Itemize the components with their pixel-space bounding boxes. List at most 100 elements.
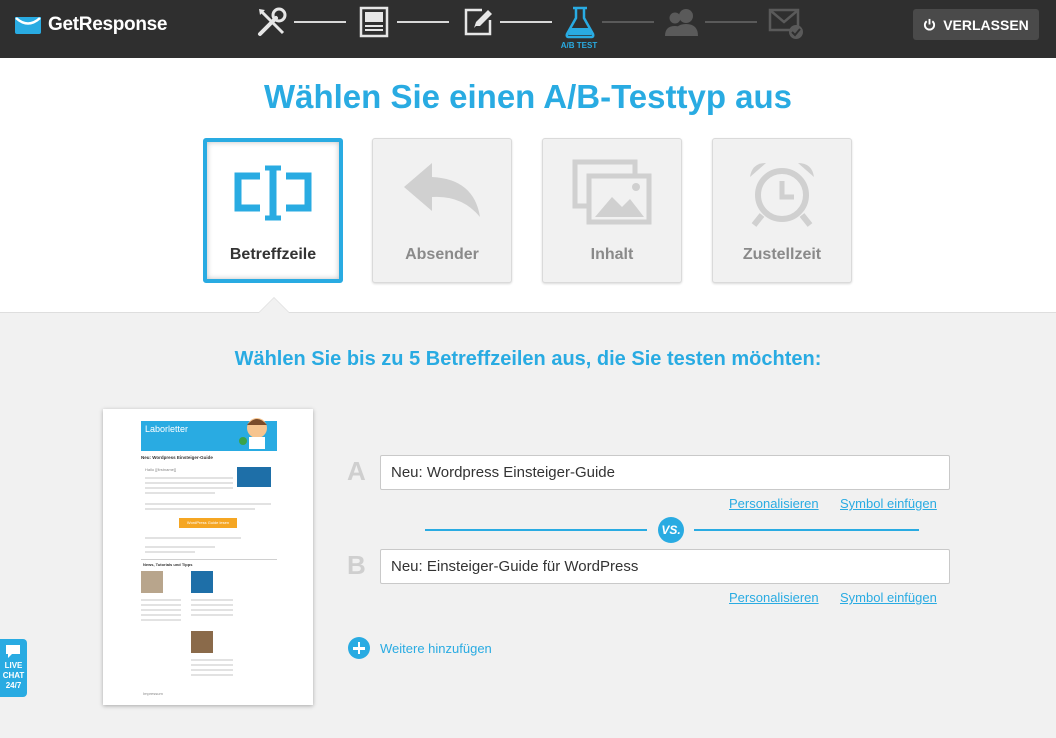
preview-text-line (191, 614, 233, 616)
type-card-sender[interactable]: Absender (372, 138, 512, 283)
edit-icon (464, 8, 492, 36)
step-connector (602, 21, 654, 23)
add-more-label: Weitere hinzufügen (380, 640, 492, 656)
preview-image (237, 467, 271, 487)
preview-section-title: News, Tutorials und Tipps (143, 562, 193, 567)
flask-icon (565, 6, 595, 39)
plus-circle-icon (348, 637, 370, 659)
preview-text-line (191, 599, 233, 601)
preview-text-line (145, 482, 233, 484)
preview-text-line (141, 614, 181, 616)
vs-divider-right (694, 529, 919, 531)
type-card-label: Absender (405, 246, 479, 263)
preview-greeting: Hallo [[firstname]] (145, 467, 177, 472)
personalize-link-a[interactable]: Personalisieren (729, 496, 819, 511)
preview-text-line (145, 477, 233, 479)
users-icon (665, 9, 698, 36)
vs-divider-left (425, 529, 647, 531)
preview-cta: WordPress Guide lesen (179, 518, 237, 528)
type-card-icon-wrap (713, 159, 851, 229)
preview-image (191, 631, 213, 653)
preview-text-line (145, 546, 215, 548)
preview-image (141, 571, 163, 593)
chat-bubble-icon (6, 645, 20, 658)
preview-mascot-icon (239, 418, 267, 449)
live-chat-button[interactable]: LIVE CHAT 24/7 (0, 639, 27, 697)
type-card-subject[interactable]: Betreffzeile (203, 138, 343, 283)
insert-symbol-link-b[interactable]: Symbol einfügen (840, 590, 937, 605)
vs-badge: VS. (658, 517, 684, 543)
live-chat-line: CHAT (2, 671, 25, 680)
exit-label: VERLASSEN (943, 16, 1029, 33)
step-ab-test[interactable]: A/B TEST (559, 4, 599, 54)
preview-text-line (141, 609, 181, 611)
live-chat-line: 24/7 (5, 681, 22, 690)
type-card-label: Inhalt (590, 246, 634, 263)
preview-text-line (191, 604, 233, 606)
subjects-title: Wählen Sie bis zu 5 Betreffzeilen aus, d… (234, 348, 822, 370)
email-preview-thumbnail[interactable]: Laborletter Neu: Wordpress Einsteiger-Gu… (103, 409, 313, 705)
preview-text-line (191, 664, 233, 666)
insert-symbol-link-a[interactable]: Symbol einfügen (840, 496, 937, 511)
preview-text-line (191, 609, 233, 611)
preview-divider (141, 559, 277, 560)
type-card-label: Betreffzeile (229, 246, 317, 263)
preview-text-line (145, 537, 241, 539)
preview-banner-title: Laborletter (145, 424, 189, 434)
tools-icon (258, 7, 287, 36)
preview-text-line (141, 599, 181, 601)
step-send[interactable] (764, 4, 804, 54)
step-connector (500, 21, 552, 23)
preview-text-line (145, 508, 255, 510)
preview-text-line (145, 492, 215, 494)
step-recipients[interactable] (660, 4, 700, 54)
envelope-logo-icon (15, 17, 41, 34)
subject-input-b[interactable] (380, 549, 950, 584)
type-card-icon-wrap (543, 159, 681, 229)
preview-text-line (191, 659, 233, 661)
personalize-link-b[interactable]: Personalisieren (729, 590, 819, 605)
step-editor[interactable] (458, 4, 498, 54)
exit-button[interactable]: VERLASSEN (913, 9, 1039, 40)
preview-text-line (141, 604, 181, 606)
subject-line-icon (234, 165, 312, 221)
top-bar: GetResponse A/B TEST VERLASSEN (0, 0, 1056, 58)
preview-text-line (145, 503, 271, 505)
type-card-delivery-time[interactable]: Zustellzeit (712, 138, 852, 283)
variant-letter-a: A (347, 456, 366, 486)
images-icon (572, 159, 652, 225)
template-icon (359, 6, 389, 38)
step-connector (294, 21, 346, 23)
power-icon (924, 18, 936, 31)
wizard-steps: A/B TEST (250, 4, 810, 54)
live-chat-label: LIVE CHAT 24/7 (0, 661, 27, 691)
type-card-label: Zustellzeit (742, 246, 822, 263)
selection-pointer-fill (259, 298, 289, 313)
step-template[interactable] (355, 4, 395, 54)
step-connector (705, 21, 757, 23)
preview-text-line (145, 487, 233, 489)
mail-check-icon (768, 8, 803, 39)
preview-text-line (141, 619, 181, 621)
getresponse-logo[interactable]: GetResponse (14, 12, 167, 38)
preview-headline: Neu: Wordpress Einsteiger-Guide (141, 455, 213, 460)
type-card-icon-wrap (373, 159, 511, 229)
variant-letter-b: B (347, 550, 366, 580)
reply-icon (404, 163, 480, 217)
subject-input-a[interactable] (380, 455, 950, 490)
preview-text-line (191, 674, 233, 676)
brand-name: GetResponse (48, 14, 168, 35)
preview-footer: Impressum (143, 691, 163, 696)
type-card-icon-wrap (207, 162, 339, 232)
live-chat-line: LIVE (4, 661, 23, 670)
preview-image (191, 571, 213, 593)
step-ab-test-label: A/B TEST (560, 41, 598, 50)
type-card-content[interactable]: Inhalt (542, 138, 682, 283)
step-connector (397, 21, 449, 23)
page-title: Wählen Sie einen A/B-Testtyp aus (263, 78, 793, 115)
add-more-subjects-button[interactable]: Weitere hinzufügen (348, 637, 492, 659)
step-settings[interactable] (252, 4, 292, 54)
preview-text-line (145, 551, 195, 553)
alarm-clock-icon (750, 163, 814, 227)
preview-text-line (191, 669, 233, 671)
